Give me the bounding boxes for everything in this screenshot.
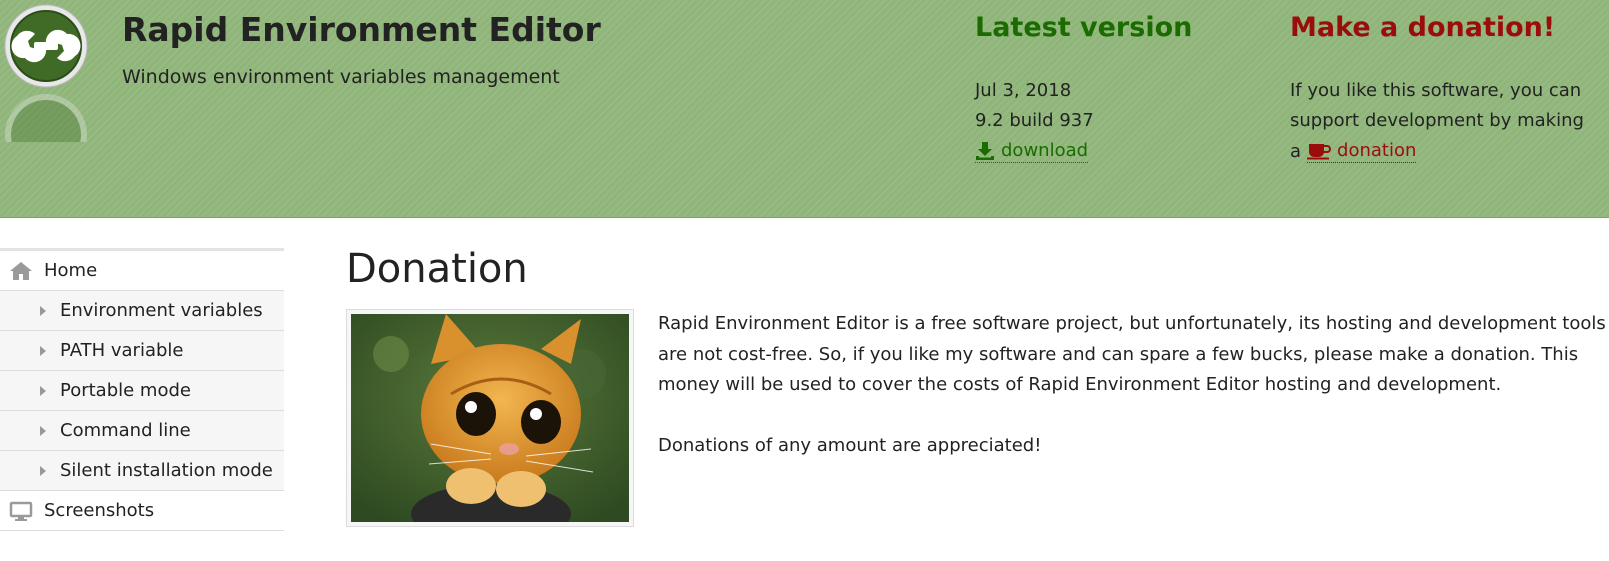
- donation-paragraph-line2: are not cost-free. So, if you like my so…: [658, 343, 1579, 365]
- caret-right-icon: [40, 425, 46, 436]
- donation-text-line3: a donation: [1290, 140, 1417, 163]
- cat-image: [351, 314, 629, 522]
- logo-reflection: [3, 92, 89, 142]
- sidebar-item-screenshots[interactable]: Screenshots: [0, 491, 284, 531]
- download-label: download: [1001, 140, 1089, 161]
- monitor-icon: [8, 500, 34, 522]
- sidebar-item-label: PATH variable: [60, 340, 184, 361]
- sidebar-item-label: Portable mode: [60, 380, 191, 401]
- sidebar-nav: Home Environment variables PATH variable…: [0, 248, 284, 531]
- sidebar-item-label: Command line: [60, 420, 191, 441]
- page-title: Donation: [346, 246, 528, 292]
- sidebar-item-label: Home: [44, 260, 98, 281]
- sidebar-item-portable-mode[interactable]: Portable mode: [0, 371, 284, 411]
- sidebar-item-environment-variables[interactable]: Environment variables: [0, 291, 284, 331]
- app-title[interactable]: Rapid Environment Editor: [122, 10, 601, 49]
- wrench-logo-icon[interactable]: [3, 3, 89, 89]
- latest-version-heading: Latest version: [975, 12, 1193, 43]
- donation-link[interactable]: donation: [1307, 140, 1417, 163]
- cat-photo: [346, 309, 634, 527]
- sidebar-item-silent-installation-mode[interactable]: Silent installation mode: [0, 451, 284, 491]
- donation-text-line1: If you like this software, you can: [1290, 80, 1582, 101]
- donation-prefix: a: [1290, 141, 1302, 162]
- sidebar-item-label: Silent installation mode: [60, 460, 273, 481]
- home-icon: [8, 260, 34, 282]
- donation-paragraph-line3: money will be used to cover the costs of…: [658, 374, 1502, 395]
- donation-paragraph-line1: Rapid Environment Editor is a free softw…: [658, 313, 1606, 334]
- sidebar-item-path-variable[interactable]: PATH variable: [0, 331, 284, 371]
- caret-right-icon: [40, 465, 46, 476]
- sidebar-item-command-line[interactable]: Command line: [0, 411, 284, 451]
- sidebar-item-home[interactable]: Home: [0, 251, 284, 291]
- app-subtitle: Windows environment variables management: [122, 66, 560, 88]
- appreciation-text: Donations of any amount are appreciated!: [658, 435, 1042, 456]
- caret-right-icon: [40, 385, 46, 396]
- release-build: 9.2 build 937: [975, 110, 1094, 131]
- donation-text-line2: support development by making: [1290, 110, 1584, 131]
- caret-right-icon: [40, 305, 46, 316]
- sidebar-item-label: Environment variables: [60, 300, 263, 321]
- download-link[interactable]: download: [975, 140, 1089, 163]
- release-date: Jul 3, 2018: [975, 80, 1072, 101]
- coffee-cup-icon: [1307, 143, 1331, 159]
- download-icon: [976, 141, 994, 160]
- caret-right-icon: [40, 345, 46, 356]
- site-header: Rapid Environment Editor Windows environ…: [0, 0, 1609, 218]
- sidebar-item-label: Screenshots: [44, 500, 155, 521]
- donation-link-label: donation: [1337, 140, 1417, 161]
- donation-heading: Make a donation!: [1290, 12, 1556, 43]
